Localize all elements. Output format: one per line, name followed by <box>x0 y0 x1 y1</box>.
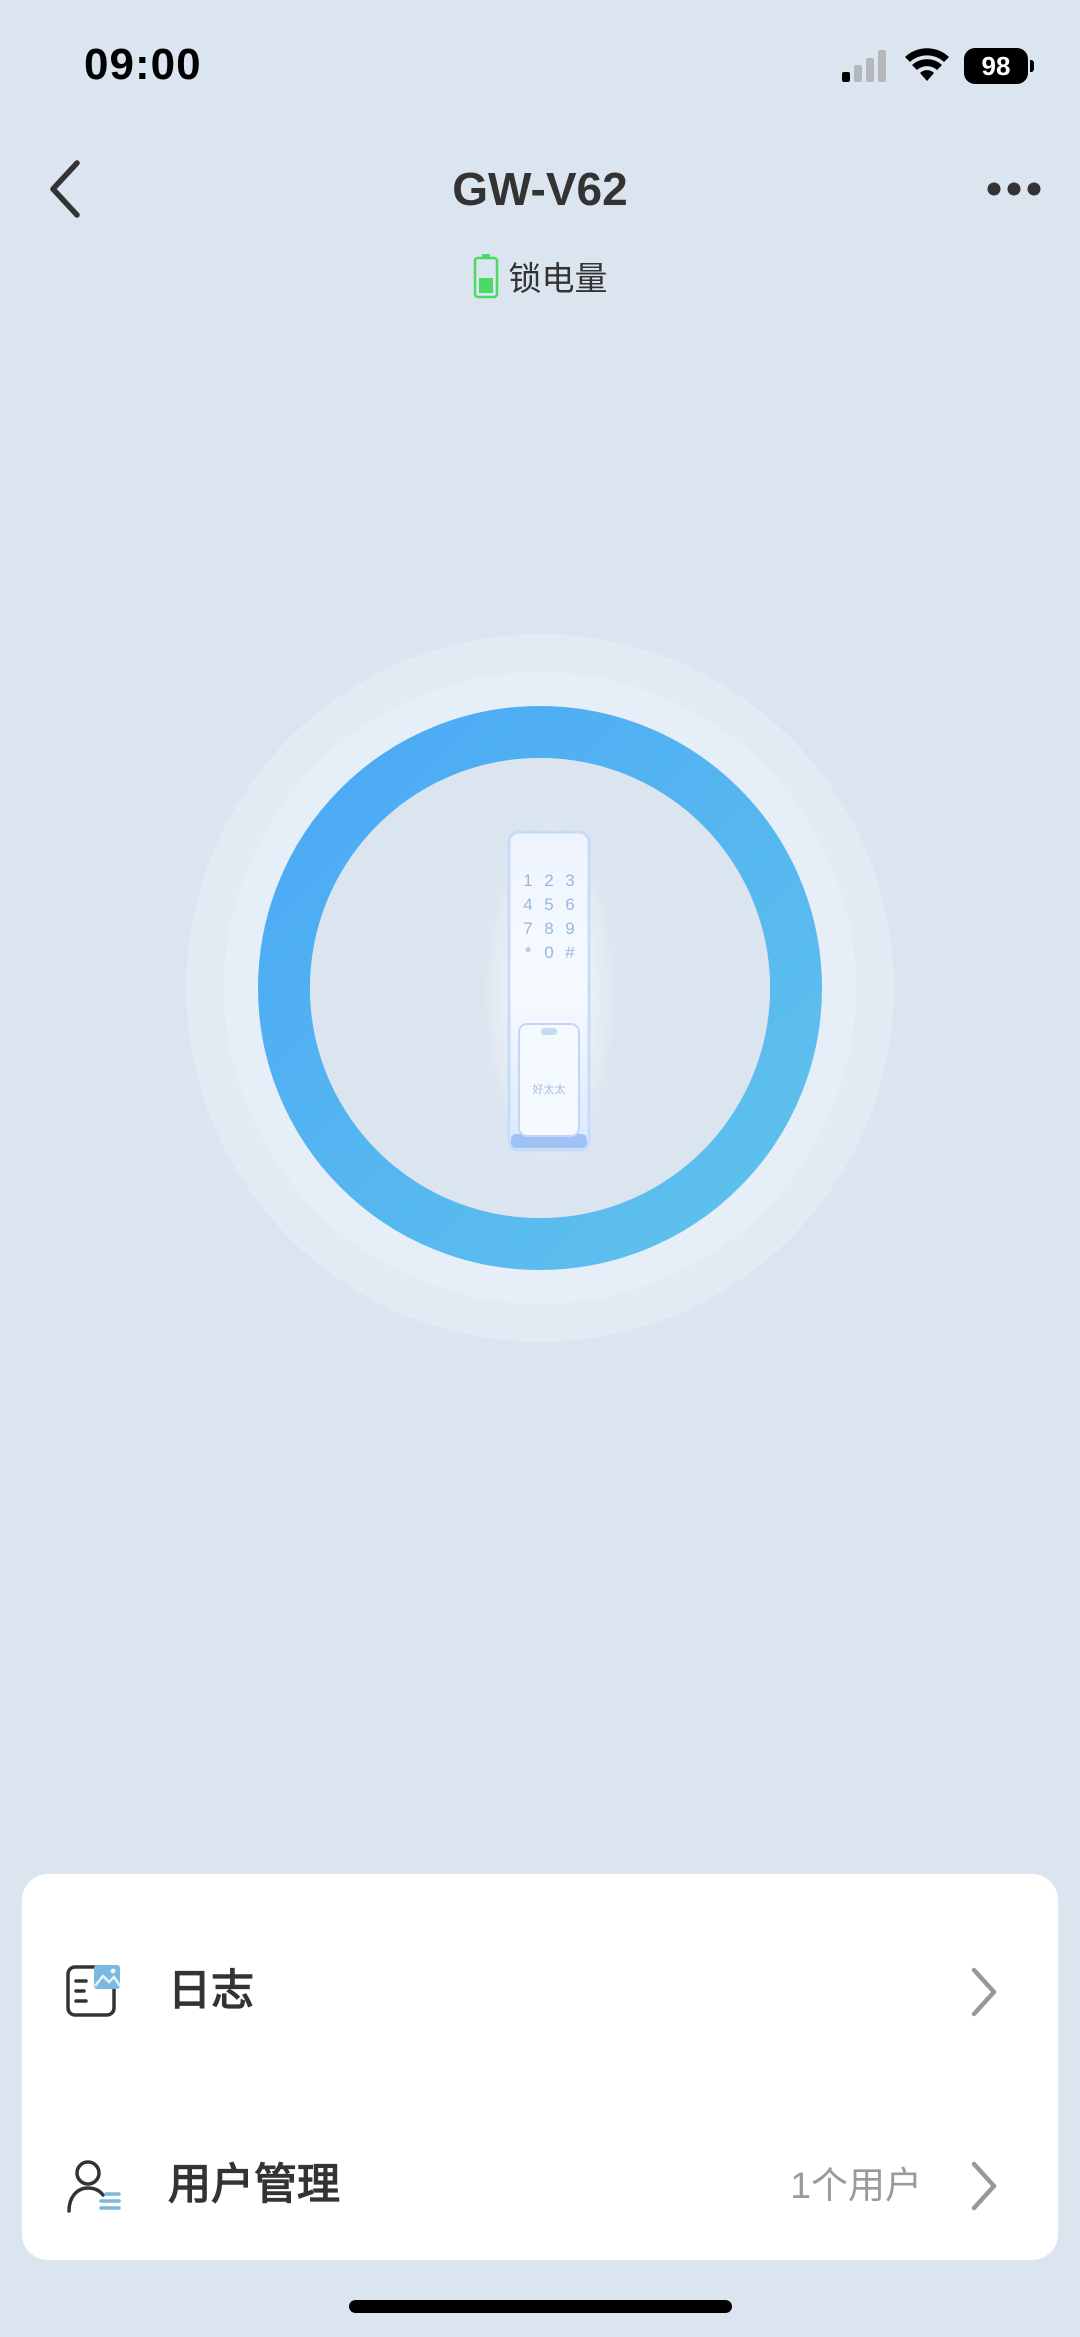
status-time: 09:00 <box>84 40 202 89</box>
more-button[interactable] <box>974 154 1054 224</box>
battery-icon: 98 <box>964 48 1034 84</box>
chevron-right-icon <box>971 2161 997 2211</box>
lock-visual[interactable]: 1 2 3 4 5 6 7 8 9 * 0 # 好太太 <box>186 634 894 1342</box>
keypad-key: 6 <box>565 895 574 914</box>
nav-bar: GW-V62 <box>0 140 1080 240</box>
log-icon <box>66 1965 122 2017</box>
cellular-signal-icon <box>842 50 886 82</box>
lock-battery-status: 锁电量 <box>0 250 1080 302</box>
more-dots-icon <box>987 182 1041 196</box>
lock-battery-label: 锁电量 <box>508 260 608 297</box>
keypad-key: 4 <box>523 895 532 914</box>
keypad-key: 5 <box>544 895 553 914</box>
status-icons: 98 <box>840 46 1034 86</box>
battery-level-text: 98 <box>981 50 1011 81</box>
user-management-label: 用户管理 <box>168 2161 340 2209</box>
user-management-icon <box>67 2160 121 2213</box>
menu-card: 日志 用户管理 1个用户 <box>22 1874 1058 2260</box>
lock-ring-graphic: 1 2 3 4 5 6 7 8 9 * 0 # 好太太 <box>186 634 894 1342</box>
status-bar: 09:00 98 <box>0 0 1080 130</box>
keypad-key: 8 <box>544 919 553 938</box>
battery-vertical-icon <box>473 254 498 299</box>
wifi-icon <box>905 48 949 81</box>
keypad-key: 9 <box>565 919 574 938</box>
keypad-key: 1 <box>523 871 532 890</box>
home-indicator[interactable] <box>349 2300 732 2313</box>
keypad-key: 7 <box>523 919 532 938</box>
logs-label: 日志 <box>168 1967 254 2015</box>
logs-menu-item[interactable]: 日志 <box>22 1916 1058 2066</box>
keypad-key: # <box>565 943 575 962</box>
keypad-key: * <box>525 943 532 962</box>
keypad-key: 2 <box>544 871 553 890</box>
user-management-menu-item[interactable]: 用户管理 1个用户 <box>22 2110 1058 2260</box>
chevron-right-icon <box>971 1967 997 2017</box>
keypad-key: 0 <box>544 943 553 962</box>
keypad-key: 3 <box>565 871 574 890</box>
user-count: 1个用户 <box>790 2165 922 2206</box>
page-title: GW-V62 <box>452 163 628 215</box>
lock-brand-text: 好太太 <box>533 1082 566 1096</box>
